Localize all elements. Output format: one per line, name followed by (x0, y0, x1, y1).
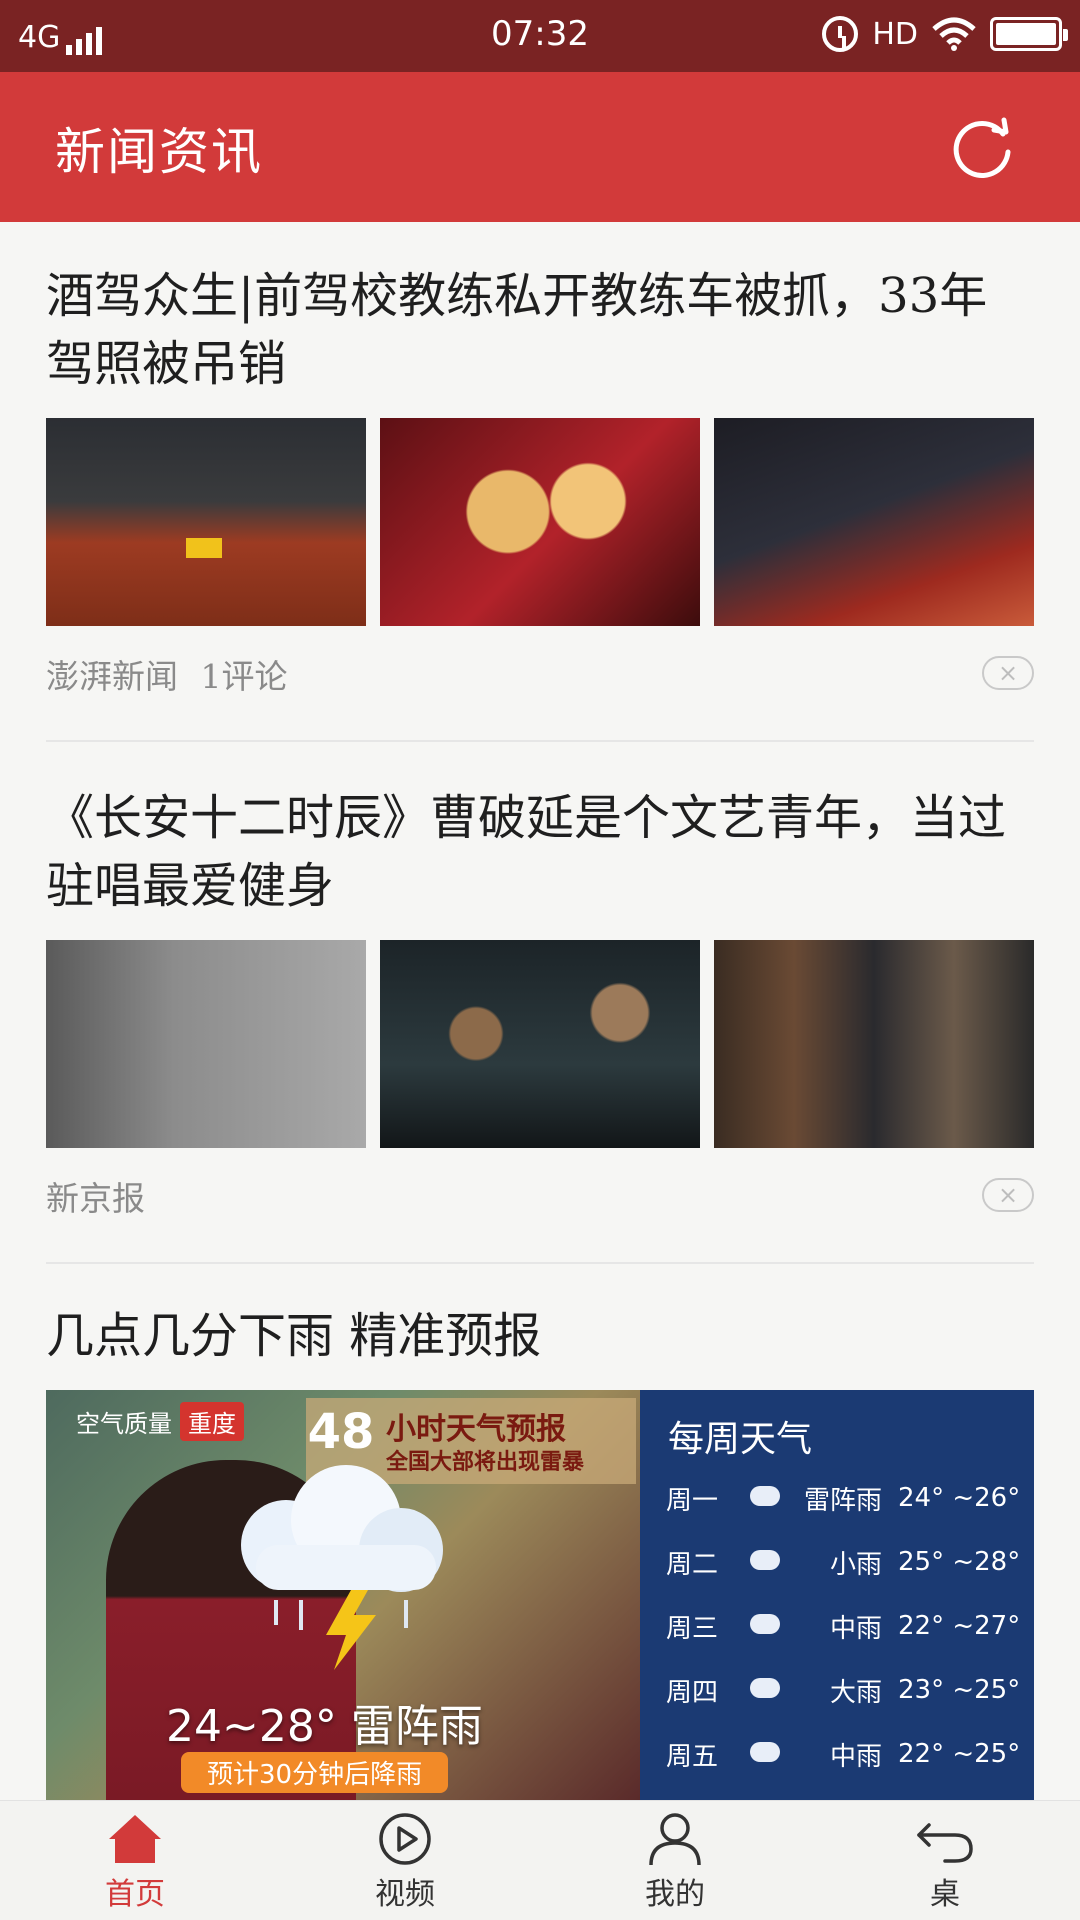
article-image[interactable] (380, 418, 700, 626)
nav-label: 视频 (375, 1877, 435, 1912)
page-title: 新闻资讯 (55, 123, 263, 181)
article-images[interactable] (46, 418, 1034, 626)
refresh-icon[interactable] (948, 112, 1018, 182)
weekly-title: 每周天气 (668, 1419, 813, 1460)
status-icons: HD (822, 16, 1068, 52)
weather-condition: 大雨 (829, 1677, 882, 1708)
article-source: 澎湃新闻 (46, 657, 178, 696)
weather-day: 周一 (666, 1485, 719, 1516)
weather-banner[interactable]: 空气质量 重度 48 小时天气预报 全国大部将出现雷暴 24~28° 雷阵雨 预… (46, 1390, 1034, 1800)
forecast-title: 小时天气预报 (386, 1412, 566, 1447)
article-meta: 新京报 (46, 1172, 145, 1220)
status-bar: 4G 07:32 HD (0, 0, 1080, 72)
air-quality: 空气质量 重度 (76, 1402, 244, 1441)
weather-row: 周三 中雨 22° ~27° (666, 1606, 1034, 1646)
weather-day: 周二 (666, 1549, 719, 1580)
nav-desktop[interactable]: 桌 (880, 1811, 1010, 1913)
app-header: 新闻资讯 (0, 72, 1080, 222)
divider (46, 740, 1034, 742)
nav-video[interactable]: 视频 (340, 1811, 470, 1913)
nav-label: 我的 (645, 1877, 705, 1912)
weekly-weather: 每周天气 周一 雷阵雨 24° ~26° 周二 小雨 25° ~28° 周三 中… (640, 1390, 1034, 1800)
bottom-nav: 首页 视频 我的 桌 (0, 1800, 1080, 1920)
nav-home[interactable]: 首页 (70, 1811, 200, 1913)
wifi-icon (932, 17, 976, 51)
news-item[interactable]: 酒驾众生|前驾校教练私开教练车被抓，33年驾照被吊销 澎湃新闻 1评论 × (46, 262, 1034, 742)
nav-label: 桌 (930, 1877, 960, 1912)
weather-row: 周二 小雨 25° ~28° (666, 1542, 1034, 1582)
current-temp: 24~28° 雷阵雨 (166, 1701, 483, 1752)
thunderstorm-icon (241, 1465, 443, 1670)
weather-row: 周五 中雨 22° ~25° (666, 1734, 1034, 1774)
weather-range: 22° ~27° (898, 1611, 1021, 1641)
news-item[interactable]: 《长安十二时辰》曹破延是个文艺青年，当过驻唱最爱健身 新京报 × (46, 784, 1034, 1264)
weather-range: 22° ~25° (898, 1739, 1021, 1769)
weather-row: 周一 雷阵雨 24° ~26° (666, 1478, 1034, 1518)
rain-icon (746, 1484, 786, 1512)
air-quality-label: 空气质量 (76, 1410, 172, 1438)
divider (46, 1262, 1034, 1264)
back-icon (917, 1823, 973, 1863)
news-item[interactable]: 几点几分下雨 精准预报 (46, 1302, 1034, 1382)
weather-day: 周五 (666, 1741, 719, 1772)
weather-range: 23° ~25° (898, 1675, 1021, 1705)
weather-range: 25° ~28° (898, 1547, 1021, 1577)
weather-condition: 中雨 (829, 1613, 882, 1644)
play-icon (379, 1813, 431, 1865)
article-title[interactable]: 酒驾众生|前驾校教练私开教练车被抓，33年驾照被吊销 (46, 262, 1034, 398)
battery-icon (990, 17, 1068, 51)
hd-indicator: HD (872, 16, 918, 52)
rain-icon (746, 1612, 786, 1640)
weather-condition: 中雨 (829, 1741, 882, 1772)
weather-day: 周三 (666, 1613, 719, 1644)
rain-notice: 预计30分钟后降雨 (181, 1752, 449, 1793)
article-image[interactable] (380, 940, 700, 1148)
dismiss-button[interactable]: × (982, 1178, 1034, 1212)
article-image[interactable] (46, 940, 366, 1148)
weather-range: 24° ~26° (898, 1483, 1021, 1513)
rain-icon (746, 1740, 786, 1768)
article-meta: 澎湃新闻 1评论 (46, 650, 288, 698)
rain-icon (746, 1676, 786, 1704)
article-source: 新京报 (46, 1179, 145, 1218)
rain-icon (746, 1548, 786, 1576)
article-images[interactable] (46, 940, 1034, 1148)
weather-video-frame: 空气质量 重度 48 小时天气预报 全国大部将出现雷暴 24~28° 雷阵雨 预… (46, 1390, 640, 1800)
article-image[interactable] (714, 940, 1034, 1148)
article-image[interactable] (714, 418, 1034, 626)
dismiss-button[interactable]: × (982, 656, 1034, 690)
weather-day: 周四 (666, 1677, 719, 1708)
nav-label: 首页 (105, 1877, 165, 1912)
comment-count: 1评论 (200, 657, 288, 696)
weather-condition: 小雨 (829, 1549, 882, 1580)
air-quality-level: 重度 (180, 1402, 244, 1441)
nav-mine[interactable]: 我的 (610, 1811, 740, 1913)
article-title[interactable]: 几点几分下雨 精准预报 (46, 1302, 1034, 1370)
user-icon (649, 1813, 701, 1866)
article-title[interactable]: 《长安十二时辰》曹破延是个文艺青年，当过驻唱最爱健身 (46, 784, 1034, 920)
weather-condition: 雷阵雨 (803, 1485, 882, 1516)
weather-row: 周四 大雨 23° ~25° (666, 1670, 1034, 1710)
home-icon (109, 1815, 161, 1863)
article-image[interactable] (46, 418, 366, 626)
alarm-icon (822, 16, 859, 52)
